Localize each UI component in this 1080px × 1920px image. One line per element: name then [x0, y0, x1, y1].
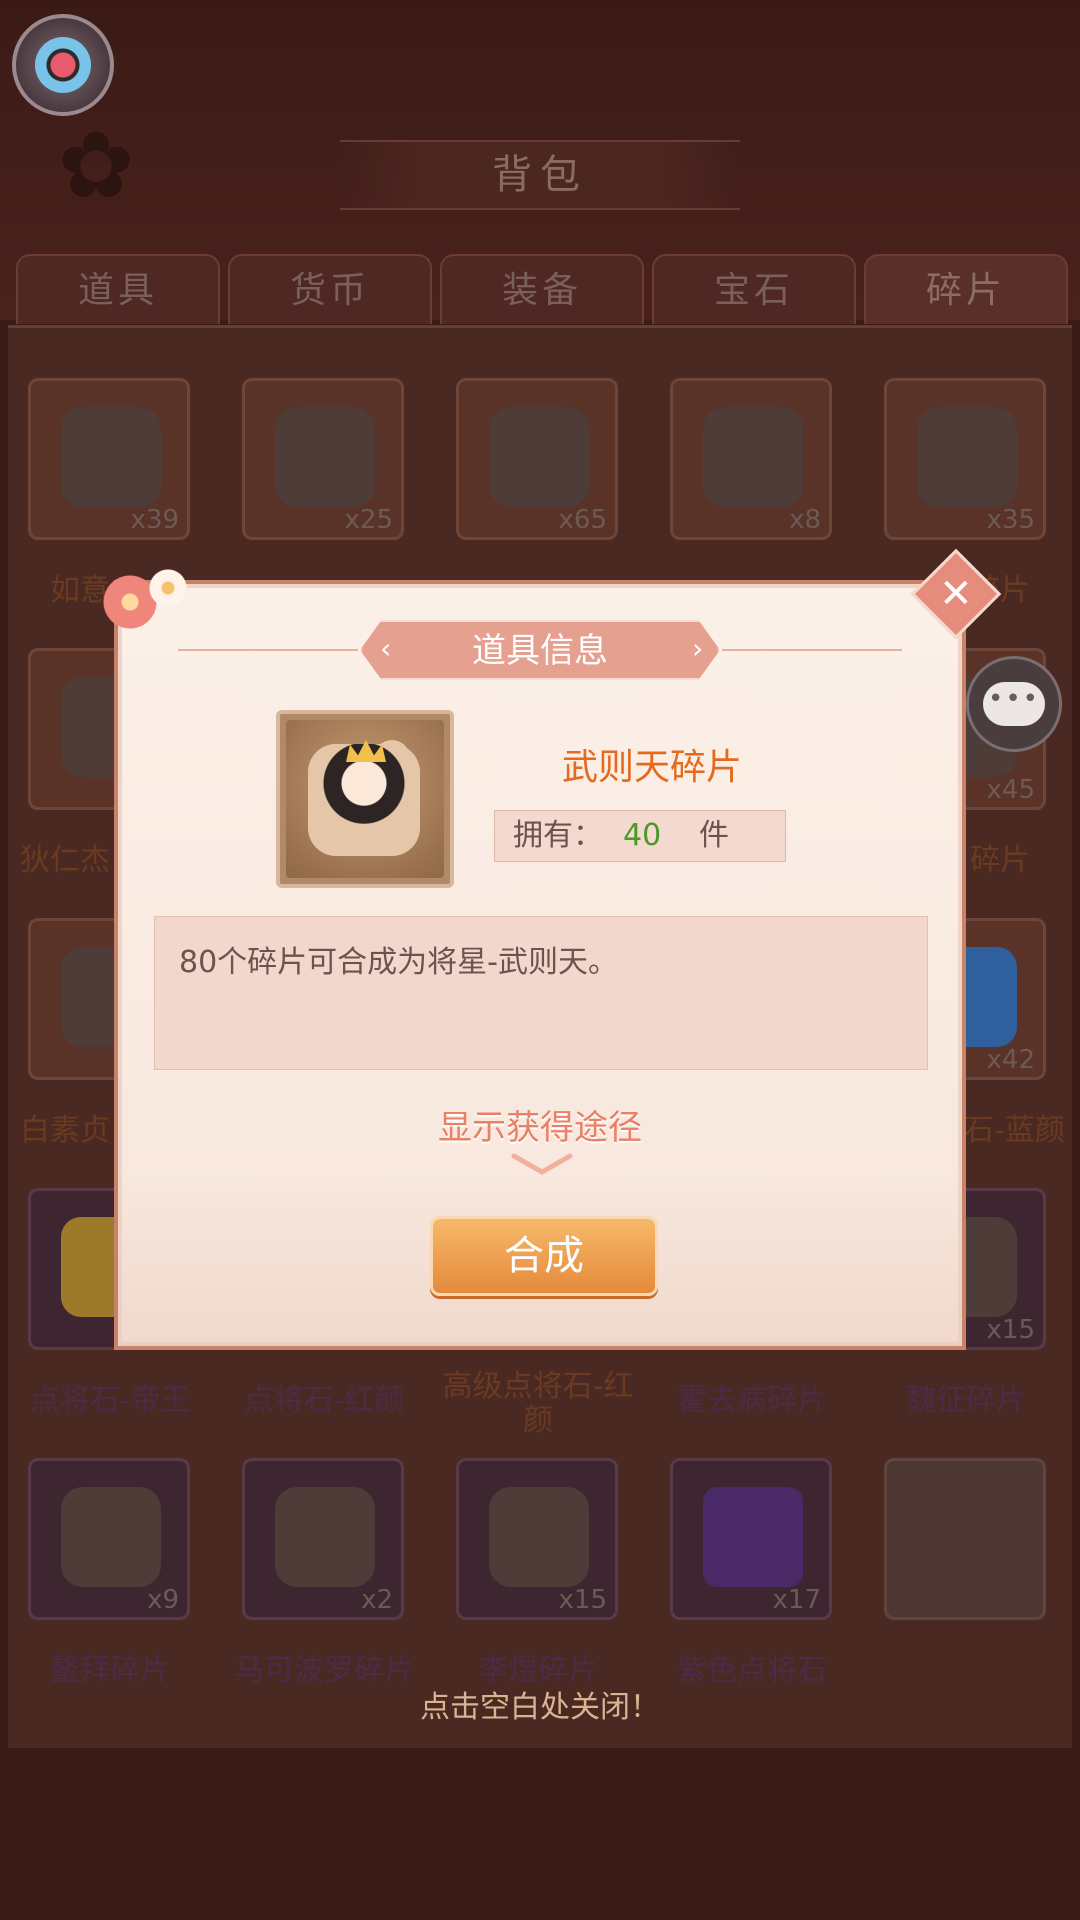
show-source-link[interactable]: 显示获得途径	[118, 1100, 962, 1149]
grid-label: 高级点将石-红颜	[442, 1369, 634, 1438]
grid-item[interactable]: x2	[242, 1458, 404, 1620]
modal-title: 道具信息	[360, 620, 720, 680]
grid-label: 白素贞	[20, 1113, 110, 1148]
item-count: x45	[986, 775, 1035, 805]
ornament-right-icon: ›	[692, 632, 704, 665]
owned-value: 40	[623, 818, 662, 853]
fragment-icon	[275, 407, 375, 507]
grid-item[interactable]: x25	[242, 378, 404, 540]
item-count: x15	[986, 1315, 1035, 1345]
item-count: x15	[558, 1585, 607, 1615]
compose-button[interactable]: 合成	[430, 1216, 658, 1296]
tab-equipment[interactable]: 装备	[440, 254, 644, 324]
fragment-icon	[275, 1487, 375, 1587]
fragment-icon	[489, 1487, 589, 1587]
owned-unit: 件	[699, 818, 729, 853]
divider	[722, 649, 902, 651]
owned-label: 拥有：	[513, 818, 603, 853]
settings-icon	[35, 37, 91, 93]
chat-button[interactable]: •••	[966, 656, 1062, 752]
grid-label: 点将石-红颜	[243, 1383, 405, 1418]
item-description: 80个碎片可合成为将星-武则天。	[154, 916, 928, 1070]
item-count: x2	[361, 1585, 393, 1615]
item-count: x25	[344, 505, 393, 535]
owned-count-box: 拥有： 40 件	[494, 810, 786, 862]
tab-fragments[interactable]: 碎片	[864, 254, 1068, 324]
tab-items[interactable]: 道具	[16, 254, 220, 324]
grid-item[interactable]: x9	[28, 1458, 190, 1620]
grid-label: 狄仁杰	[20, 843, 110, 878]
item-count: x65	[558, 505, 607, 535]
grid-item-empty	[884, 1458, 1046, 1620]
grid-item[interactable]: x65	[456, 378, 618, 540]
chevron-down-icon[interactable]	[510, 1150, 574, 1178]
grid-label: 点将石-帝王	[29, 1383, 191, 1418]
grid-label: 石-蓝颜	[964, 1113, 1065, 1148]
divider	[178, 649, 358, 651]
item-count: x17	[772, 1585, 821, 1615]
ornament-left-icon: ‹	[380, 632, 392, 665]
fragment-icon	[61, 407, 161, 507]
item-count: x8	[789, 505, 821, 535]
item-icon-frame	[276, 710, 454, 888]
grid-label: 魏征碎片	[906, 1383, 1026, 1418]
tab-currency[interactable]: 货币	[228, 254, 432, 324]
grid-label: 霍去病碎片	[677, 1383, 827, 1418]
tab-gems[interactable]: 宝石	[652, 254, 856, 324]
sakura-decoration-icon	[102, 568, 192, 638]
grid-item[interactable]: x8	[670, 378, 832, 540]
close-hint: 点击空白处关闭！	[420, 1690, 660, 1725]
page-title: 背包	[340, 140, 740, 210]
close-icon: ✕	[939, 570, 973, 617]
fragment-icon	[61, 1487, 161, 1587]
item-count: x42	[986, 1045, 1035, 1075]
fragment-icon	[917, 407, 1017, 507]
grid-item[interactable]: x17	[670, 1458, 832, 1620]
grid-item[interactable]: x35	[884, 378, 1046, 540]
tab-bar: 道具 货币 装备 宝石 碎片	[16, 254, 1068, 324]
grid-item[interactable]: x39	[28, 378, 190, 540]
grid-item[interactable]: x15	[456, 1458, 618, 1620]
item-count: x39	[130, 505, 179, 535]
grid-label: 碎片	[970, 843, 1030, 878]
settings-button[interactable]	[12, 14, 114, 116]
item-count: x9	[147, 1585, 179, 1615]
grid-label: 如意	[50, 573, 110, 608]
chat-icon: •••	[983, 682, 1045, 726]
fragment-icon	[703, 407, 803, 507]
gem-icon	[703, 1487, 803, 1587]
fragment-icon	[489, 407, 589, 507]
sakura-icon: ✿	[57, 112, 135, 219]
item-name: 武则天碎片	[561, 747, 742, 788]
item-info-modal: ✕ 道具信息 ‹ › 武则天碎片 拥有： 40 件 80个碎片可合成为将星-武则…	[102, 548, 1002, 1350]
item-count: x35	[986, 505, 1035, 535]
